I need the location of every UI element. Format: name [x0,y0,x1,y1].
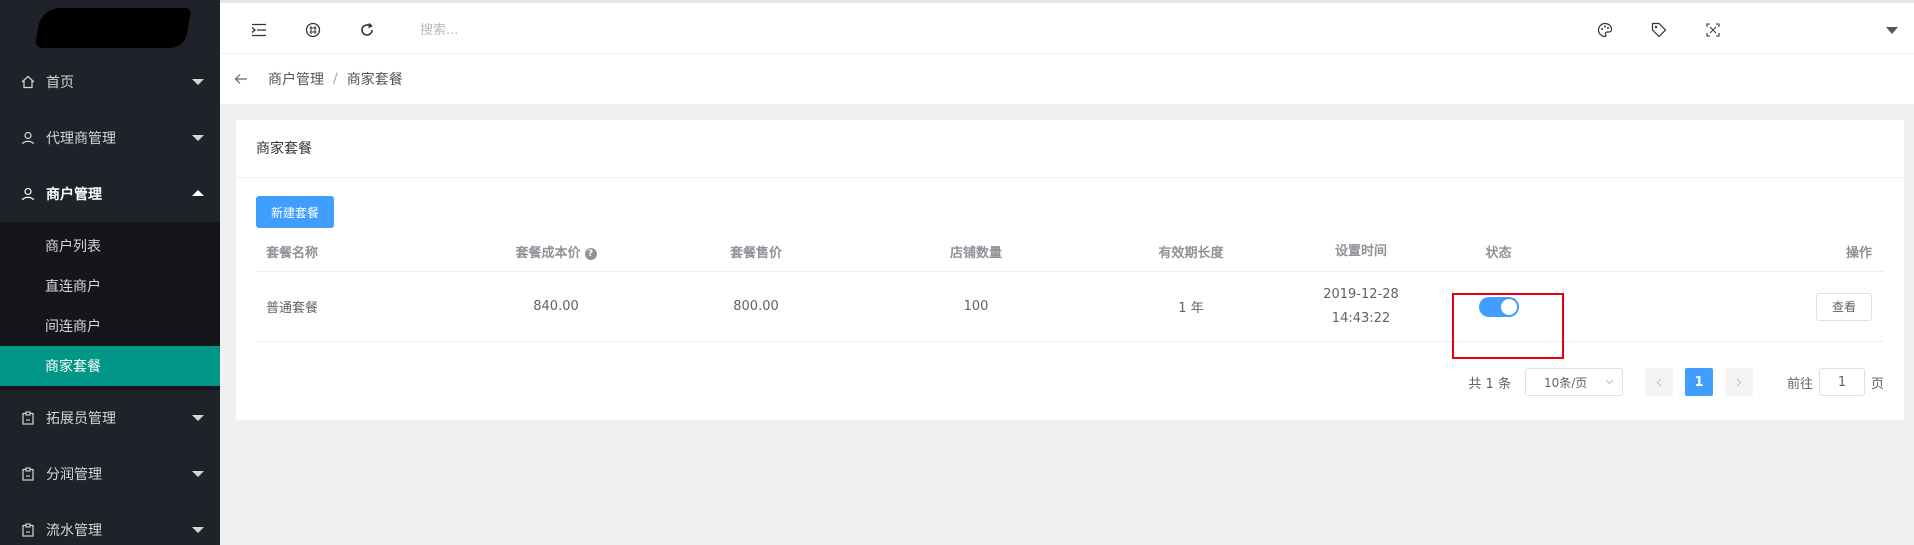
column-header-cost: 套餐成本价? [456,242,656,261]
user-icon [20,186,36,202]
caret-down-icon [192,415,204,421]
user-menu-caret-icon[interactable] [1886,27,1898,34]
goto-suffix: 页 [1870,376,1884,392]
column-header-stores: 店铺数量 [949,246,1002,261]
caret-down-icon [192,135,204,141]
cell-date: 2019-12-28 [1323,286,1399,302]
website-icon[interactable] [304,21,322,39]
column-header-validity: 有效期长度 [1158,246,1224,261]
cell-action: 查看 [1561,292,1884,321]
sidebar-item-profit-management[interactable]: 分润管理 [0,446,220,502]
pagination-total: 共 1 条 [1468,376,1511,392]
goto-prefix: 前往 [1786,376,1813,392]
sidebar: 首页 代理商管理 商户管理 商户列表 直连商户 间连商户 商家套餐 拓展员管理 … [0,0,220,545]
theme-palette-icon[interactable] [1596,21,1614,39]
column-header-cost-label: 套餐成本价 [515,246,581,261]
column-header-status: 状态 [1485,246,1512,261]
sidebar-item-label: 流水管理 [46,523,102,539]
breadcrumb: 商户管理 / 商家套餐 [220,54,1914,104]
status-toggle[interactable] [1478,296,1519,317]
question-icon[interactable]: ? [584,247,597,260]
table-row: 普通套餐 840.00 800.00 100 1 年 2019-12-28 14… [256,272,1884,359]
clipboard-icon [20,522,36,538]
cell-price: 800.00 [733,299,779,314]
breadcrumb-item-merchant-management[interactable]: 商户管理 [268,69,324,89]
goto-page-input[interactable] [1818,368,1865,396]
cell-status [1436,292,1564,359]
chevron-left-icon [1656,378,1662,386]
view-button[interactable]: 查看 [1815,292,1872,321]
chevron-right-icon [1736,378,1742,386]
caret-down-icon [192,79,204,85]
cell-stores: 100 [963,299,989,314]
merchant-submenu: 商户列表 直连商户 间连商户 商家套餐 [0,222,220,390]
column-header-name: 套餐名称 [266,246,319,261]
page-size-select[interactable]: 10条/页 [1524,368,1623,396]
next-page-button[interactable] [1724,368,1753,396]
back-arrow-icon[interactable] [234,73,250,85]
new-package-button[interactable]: 新建套餐 [256,196,335,228]
submenu-item-indirect-merchant[interactable]: 间连商户 [0,306,220,346]
caret-down-icon [192,471,204,477]
user-icon [20,130,36,146]
sidebar-item-transaction-management[interactable]: 流水管理 [0,502,220,545]
caret-up-icon [192,190,204,196]
clipboard-icon [20,410,36,426]
top-header [220,0,1914,54]
table-header: 套餐名称 套餐成本价? 套餐售价 店铺数量 有效期长度 设置时间 状态 操作 [256,232,1884,272]
cell-validity: 1 年 [1178,301,1204,316]
breadcrumb-item-merchant-package: 商家套餐 [346,72,403,88]
clipboard-icon [20,466,36,482]
sidebar-item-label: 代理商管理 [46,131,116,147]
sidebar-item-promoter-management[interactable]: 拓展员管理 [0,390,220,446]
sidebar-item-label: 商户管理 [46,187,102,203]
submenu-item-merchant-list[interactable]: 商户列表 [0,226,220,266]
sidebar-item-label: 拓展员管理 [46,411,116,427]
column-header-time: 设置时间 [1334,243,1387,259]
logo [0,0,220,54]
pagination: 共 1 条 10条/页 1 前往 页 [1468,368,1884,396]
menu-fold-icon[interactable] [250,21,268,39]
card-title: 商家套餐 [236,120,1904,178]
page-size-value: 10条/页 [1543,375,1588,390]
package-table: 套餐名称 套餐成本价? 套餐售价 店铺数量 有效期长度 设置时间 状态 操作 普… [256,232,1884,359]
redacted-logo [34,8,192,48]
chevron-down-icon [1605,379,1614,385]
breadcrumb-separator: / [333,71,338,87]
tag-icon[interactable] [1650,21,1668,39]
cell-name: 普通套餐 [266,301,319,316]
refresh-icon[interactable] [358,21,376,39]
column-header-price: 套餐售价 [729,246,782,261]
package-card: 商家套餐 新建套餐 套餐名称 套餐成本价? 套餐售价 店铺数量 有效期长度 设置… [236,120,1904,420]
cell-clock-time: 14:43:22 [1331,310,1391,326]
page-number-current[interactable]: 1 [1684,368,1713,396]
sidebar-item-agent-management[interactable]: 代理商管理 [0,110,220,166]
cell-time: 2019-12-28 14:43:22 [1286,283,1436,331]
sidebar-item-merchant-management[interactable]: 商户管理 [0,166,220,222]
sidebar-item-home[interactable]: 首页 [0,54,220,110]
cell-cost: 840.00 [533,299,579,314]
fullscreen-icon[interactable] [1704,21,1722,39]
home-icon [20,74,36,90]
caret-down-icon [192,527,204,533]
page-jumper: 前往 页 [1787,368,1884,396]
toggle-knob [1500,298,1517,315]
sidebar-item-label: 分润管理 [46,467,102,483]
submenu-item-direct-merchant[interactable]: 直连商户 [0,266,220,306]
prev-page-button[interactable] [1644,368,1673,396]
column-header-action: 操作 [1845,246,1872,261]
search-input[interactable] [420,16,820,44]
sidebar-item-label: 首页 [46,75,74,91]
submenu-item-merchant-package[interactable]: 商家套餐 [0,346,220,386]
